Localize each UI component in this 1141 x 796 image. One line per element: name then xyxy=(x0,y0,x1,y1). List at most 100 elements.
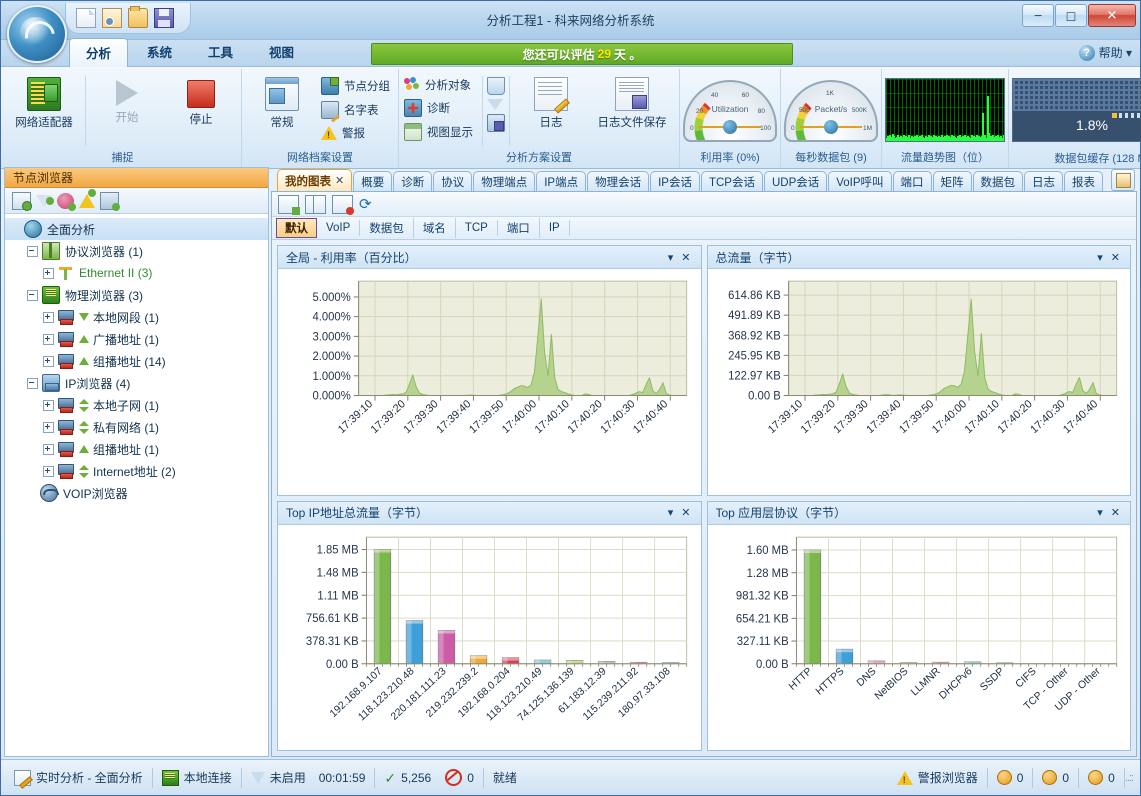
tree-node[interactable]: 协议浏览器 (1) xyxy=(5,240,268,262)
chart-menu-icon[interactable]: ▾ xyxy=(664,251,678,264)
minimize-button[interactable]: ─ xyxy=(1022,4,1054,27)
status-alarm-count-3[interactable]: 0 xyxy=(1079,767,1125,788)
chart-sub-tab-1[interactable]: VoIP xyxy=(317,220,361,236)
chart-sub-tab-3[interactable]: 域名 xyxy=(414,218,456,238)
log-button[interactable]: 日志 xyxy=(514,74,588,133)
expand-icon[interactable] xyxy=(43,333,54,345)
document-tab-6[interactable]: 物理会话 xyxy=(587,171,650,191)
tree-node[interactable]: Ethernet II (3) xyxy=(5,262,268,284)
expand-icon[interactable] xyxy=(43,399,54,411)
status-alarm-count-2[interactable]: 0 xyxy=(1033,767,1080,788)
document-tab-2[interactable]: 诊断 xyxy=(393,171,433,191)
chart-close-icon[interactable]: ✕ xyxy=(677,251,694,264)
chart-plot[interactable]: 0.00 B 378.31 KB 756.61 KB 1.11 MB 1.48 MB 1.… xyxy=(278,524,701,750)
layout-chart-icon[interactable] xyxy=(305,194,326,214)
document-tab-7[interactable]: IP会话 xyxy=(650,171,700,191)
log-file-save-button[interactable]: 日志文件保存 xyxy=(588,74,676,133)
tree-node[interactable]: 本地子网 (1) xyxy=(5,394,268,416)
new-chart-icon[interactable] xyxy=(278,194,300,215)
chart-plot[interactable]: 0.000% 1.000% 2.000% 3.000% 4.000% 5.000% 17:3… xyxy=(278,269,701,495)
ribbon-tab-system[interactable]: 系统 xyxy=(130,37,189,66)
document-tab-14[interactable]: 日志 xyxy=(1024,171,1064,191)
document-tab-0[interactable]: 我的图表 ✕ xyxy=(277,169,353,191)
document-tab-13[interactable]: 数据包 xyxy=(972,171,1024,191)
close-button[interactable]: ✕ xyxy=(1088,4,1136,27)
tree-node[interactable]: 组播地址 (1) xyxy=(5,438,268,460)
expand-icon[interactable] xyxy=(43,465,54,477)
node-group-button[interactable]: 节点分组 xyxy=(319,75,395,97)
status-filter[interactable]: 未启用 00:01:59 xyxy=(242,767,376,788)
chart-sub-tab-4[interactable]: TCP xyxy=(456,220,498,236)
tree-node[interactable]: 全面分析 xyxy=(5,218,268,240)
chart-plot[interactable]: 0.00 B 327.11 KB 654.21 KB 981.32 KB 1.28 MB… xyxy=(707,524,1130,750)
help-button[interactable]: ? 帮助 ▾ xyxy=(1078,44,1132,61)
collapse-icon[interactable] xyxy=(27,245,38,257)
filter-node-icon[interactable] xyxy=(36,194,54,207)
chart-menu-icon[interactable]: ▾ xyxy=(1093,506,1107,519)
chart-menu-icon[interactable]: ▾ xyxy=(1093,251,1107,264)
tab-list-button[interactable] xyxy=(1111,169,1135,191)
general-settings-button[interactable]: 常规 xyxy=(245,74,319,133)
tree-node[interactable]: Internet地址 (2) xyxy=(5,460,268,482)
status-alarm-count-1[interactable]: 0 xyxy=(988,767,1034,788)
refresh-icon[interactable]: ⟳ xyxy=(359,197,372,212)
tree-node[interactable]: 广播地址 (1) xyxy=(5,328,268,350)
document-tab-4[interactable]: 物理端点 xyxy=(473,171,536,191)
document-tab-3[interactable]: 协议 xyxy=(433,171,473,191)
document-tab-5[interactable]: IP端点 xyxy=(536,171,587,191)
name-table-button[interactable]: 名字表 xyxy=(319,99,395,121)
tree-node[interactable]: 本地网段 (1) xyxy=(5,306,268,328)
color-node-icon[interactable] xyxy=(57,192,76,211)
document-tab-1[interactable]: 概要 xyxy=(353,171,393,191)
chart-sub-tab-6[interactable]: IP xyxy=(540,220,570,236)
status-analysis-mode[interactable]: 实时分析 - 全面分析 xyxy=(5,767,153,788)
document-tab-11[interactable]: 端口 xyxy=(892,171,932,191)
network-adapter-button[interactable]: 网络适配器 xyxy=(7,74,81,133)
stop-button[interactable]: 停止 xyxy=(164,74,238,130)
document-tab-12[interactable]: 矩阵 xyxy=(932,171,972,191)
expand-icon[interactable] xyxy=(43,421,54,433)
export-node-icon[interactable] xyxy=(100,191,120,211)
chart-close-icon[interactable]: ✕ xyxy=(1107,251,1124,264)
expand-icon[interactable] xyxy=(43,355,54,367)
analysis-object-button[interactable]: 分析对象 xyxy=(402,75,478,95)
chart-sub-tab-5[interactable]: 端口 xyxy=(498,218,540,238)
chart-close-icon[interactable]: ✕ xyxy=(677,506,694,519)
collapse-icon[interactable] xyxy=(27,377,38,389)
alarm-node-icon[interactable] xyxy=(79,188,96,208)
add-node-icon[interactable] xyxy=(12,191,32,211)
ribbon-tab-view[interactable]: 视图 xyxy=(252,37,311,66)
tree-node[interactable]: 私有网络 (1) xyxy=(5,416,268,438)
tree-node[interactable]: 物理浏览器 (3) xyxy=(5,284,268,306)
tree-node[interactable]: VOIP浏览器 xyxy=(5,482,268,504)
start-button[interactable]: 开始 xyxy=(90,74,164,128)
status-connection[interactable]: 本地连接 xyxy=(153,767,242,788)
diagnosis-button[interactable]: 诊断 xyxy=(402,97,478,119)
tree-node[interactable]: IP浏览器 (4) xyxy=(5,372,268,394)
maximize-button[interactable]: □ xyxy=(1055,4,1087,27)
expand-icon[interactable] xyxy=(43,267,54,279)
document-tab-9[interactable]: UDP会话 xyxy=(763,171,828,191)
document-tab-15[interactable]: 报表 xyxy=(1064,171,1104,191)
chart-sub-tab-0[interactable]: 默认 xyxy=(276,218,317,238)
expand-icon[interactable] xyxy=(43,311,54,323)
alarm-button[interactable]: 警报 xyxy=(319,123,395,143)
view-display-button[interactable]: 视图显示 xyxy=(402,121,478,143)
delete-chart-icon[interactable] xyxy=(332,194,354,215)
tree-node[interactable]: 组播地址 (14) xyxy=(5,350,268,372)
close-tab-icon[interactable]: ✕ xyxy=(335,174,344,187)
expand-icon[interactable] xyxy=(43,443,54,455)
chart-plot[interactable]: 0.00 B 122.97 KB 245.95 KB 368.92 KB 491.89 … xyxy=(707,269,1130,495)
ribbon-tab-analysis[interactable]: 分析 xyxy=(69,38,129,67)
status-alarm-browser[interactable]: 警报浏览器 xyxy=(888,767,988,788)
document-tab-8[interactable]: TCP会话 xyxy=(700,171,763,191)
status-packet-counts[interactable]: ✓ 5,256 0 xyxy=(375,767,484,788)
filter-icon[interactable] xyxy=(487,99,503,125)
resize-grip-icon[interactable]: ..:: xyxy=(1125,772,1134,784)
ribbon-tab-tools[interactable]: 工具 xyxy=(191,37,250,66)
chart-menu-icon[interactable]: ▾ xyxy=(664,506,678,519)
chart-close-icon[interactable]: ✕ xyxy=(1107,506,1124,519)
beaker-icon[interactable] xyxy=(487,77,505,95)
chart-sub-tab-2[interactable]: 数据包 xyxy=(360,218,414,238)
save-config-icon[interactable] xyxy=(487,114,505,132)
